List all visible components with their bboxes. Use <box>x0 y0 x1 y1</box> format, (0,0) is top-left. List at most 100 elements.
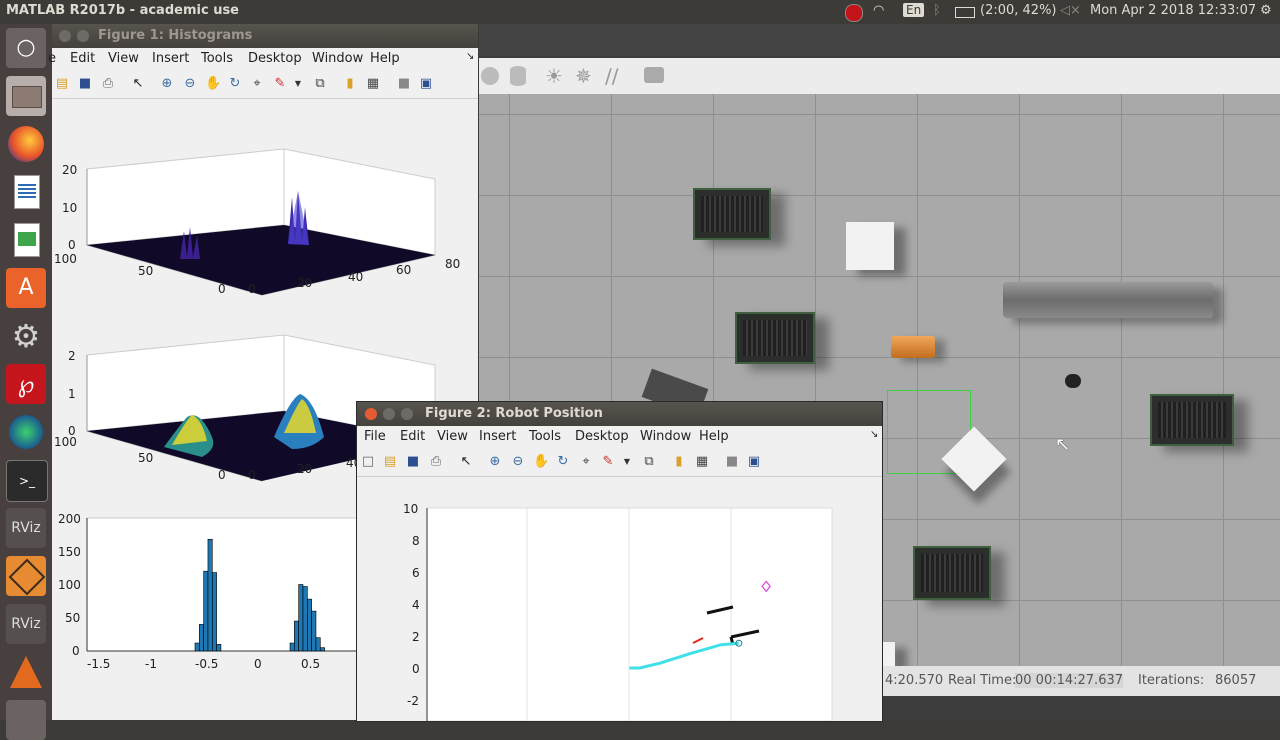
legend-icon[interactable]: ▦ <box>694 454 710 470</box>
minimize-button[interactable] <box>383 408 395 420</box>
histogram-bar <box>307 598 312 652</box>
camera-icon[interactable] <box>644 67 664 83</box>
menu-desktop[interactable]: Desktop <box>575 429 629 444</box>
menu-tools[interactable]: Tools <box>201 51 233 66</box>
link-icon[interactable]: ⧉ <box>312 76 328 92</box>
menu-desktop[interactable]: Desktop <box>248 51 302 66</box>
link-icon[interactable]: ⧉ <box>641 454 657 470</box>
sphere-icon[interactable] <box>481 67 499 85</box>
orange-cylinder[interactable] <box>891 336 935 358</box>
files-icon[interactable] <box>6 76 46 116</box>
undock-icon[interactable]: ↘ <box>466 51 474 62</box>
shelf[interactable] <box>1150 394 1234 446</box>
robot-position-plot[interactable]: 10 8 6 4 2 0 -2 <box>403 502 833 722</box>
menu-tools[interactable]: Tools <box>529 429 561 444</box>
shelf[interactable] <box>735 312 815 364</box>
menu-view[interactable]: View <box>108 51 139 66</box>
clock[interactable]: Mon Apr 2 2018 12:33:07 <box>1090 3 1256 18</box>
rviz-icon[interactable]: RViz <box>6 604 46 644</box>
data-cursor-icon[interactable]: ⌖ <box>249 76 265 92</box>
world-icon[interactable] <box>6 412 46 452</box>
wifi-icon[interactable]: ◠ <box>873 3 884 18</box>
maximize-button[interactable] <box>401 408 413 420</box>
open-icon[interactable]: ▤ <box>54 76 70 92</box>
menu-view[interactable]: View <box>437 429 468 444</box>
colorbar-icon[interactable]: ▮ <box>342 76 358 92</box>
rviz-icon[interactable]: RViz <box>6 508 46 548</box>
open-icon[interactable]: ▤ <box>382 454 398 470</box>
minimize-button[interactable] <box>59 30 71 42</box>
pointer-icon[interactable]: ↖ <box>458 454 474 470</box>
menu-file[interactable]: e <box>48 51 56 66</box>
volume-icon[interactable]: ◁× <box>1060 3 1081 18</box>
pointer-icon[interactable]: ↖ <box>130 76 146 92</box>
colorbar-icon[interactable]: ▮ <box>671 454 687 470</box>
zoom-in-icon[interactable]: ⊕ <box>487 454 503 470</box>
show-plot-tools-icon[interactable]: ▣ <box>418 76 434 92</box>
white-box[interactable] <box>846 222 894 270</box>
close-button[interactable] <box>365 408 377 420</box>
brush-icon[interactable]: ✎ <box>272 76 288 92</box>
pan-icon[interactable]: ✋ <box>205 76 221 92</box>
figure2-titlebar[interactable]: Figure 2: Robot Position <box>357 402 882 426</box>
writer-icon[interactable] <box>6 172 46 212</box>
ubuntu-icon[interactable]: ○ <box>6 28 46 68</box>
menu-insert[interactable]: Insert <box>152 51 189 66</box>
menu-insert[interactable]: Insert <box>479 429 516 444</box>
settings-icon[interactable]: ⚙ <box>6 316 46 356</box>
menu-window[interactable]: Window <box>640 429 691 444</box>
menu-edit[interactable]: Edit <box>70 51 95 66</box>
figure1-titlebar[interactable]: Figure 1: Histograms <box>52 24 478 48</box>
barrier[interactable] <box>1003 282 1213 318</box>
hide-plot-tools-icon[interactable]: ■ <box>396 76 412 92</box>
surface-plot-1[interactable]: 20 10 0 100 50 0 0 20 40 60 80 <box>54 148 460 296</box>
software-center-icon[interactable]: A <box>6 268 46 308</box>
matlab-icon[interactable] <box>6 652 46 692</box>
zoom-out-icon[interactable]: ⊖ <box>182 76 198 92</box>
legend-icon[interactable]: ▦ <box>365 76 381 92</box>
menu-help[interactable]: Help <box>370 51 400 66</box>
battery-icon[interactable] <box>955 7 975 18</box>
data-cursor-icon[interactable]: ⌖ <box>578 454 594 470</box>
save-icon[interactable]: ■ <box>77 76 93 92</box>
menu-edit[interactable]: Edit <box>400 429 425 444</box>
menu-window[interactable]: Window <box>312 51 363 66</box>
zoom-in-icon[interactable]: ⊕ <box>159 76 175 92</box>
maximize-button[interactable] <box>77 30 89 42</box>
cylinder-icon[interactable] <box>510 66 526 86</box>
spotlight-icon[interactable]: ✵ <box>575 64 592 88</box>
show-plot-tools-icon[interactable]: ▣ <box>746 454 762 470</box>
histogram-plot[interactable]: 200 150 100 50 0 -1.5 -1 -0.5 0 0.5 <box>58 512 358 671</box>
print-icon[interactable]: ⎙ <box>100 76 116 92</box>
brush-icon[interactable]: ✎ <box>600 454 616 470</box>
gazebo-icon[interactable] <box>6 556 46 596</box>
black-ball[interactable] <box>1065 374 1081 388</box>
calc-icon[interactable] <box>6 220 46 260</box>
rotate-icon[interactable]: ↻ <box>555 454 571 470</box>
shelf[interactable] <box>693 188 771 240</box>
chevron-down-icon[interactable]: ▼ <box>290 76 306 92</box>
acrobat-icon[interactable]: ℘ <box>6 364 46 404</box>
undock-icon[interactable]: ↘ <box>870 429 878 440</box>
trash-icon[interactable] <box>6 700 46 740</box>
zoom-out-icon[interactable]: ⊖ <box>510 454 526 470</box>
save-icon[interactable]: ■ <box>405 454 421 470</box>
print-icon[interactable]: ⎙ <box>428 454 444 470</box>
pan-icon[interactable]: ✋ <box>533 454 549 470</box>
new-figure-icon[interactable]: □ <box>360 454 376 470</box>
terminal-icon[interactable]: >_ <box>6 460 48 502</box>
directional-light-icon[interactable]: ∕∕ <box>605 64 618 88</box>
hide-plot-tools-icon[interactable]: ■ <box>724 454 740 470</box>
shelf[interactable] <box>913 546 991 600</box>
rotate-icon[interactable]: ↻ <box>227 76 243 92</box>
chevron-down-icon[interactable]: ▼ <box>619 454 635 470</box>
light-icon[interactable]: ☀ <box>545 64 563 88</box>
histogram-bar <box>315 637 321 652</box>
firefox-icon[interactable] <box>6 124 46 164</box>
record-icon[interactable] <box>845 4 863 22</box>
menu-help[interactable]: Help <box>699 429 729 444</box>
keyboard-indicator[interactable]: En <box>903 3 925 17</box>
gear-icon[interactable]: ⚙ <box>1260 3 1272 18</box>
menu-file[interactable]: File <box>364 429 386 444</box>
bluetooth-icon[interactable]: ᛒ <box>933 3 941 18</box>
